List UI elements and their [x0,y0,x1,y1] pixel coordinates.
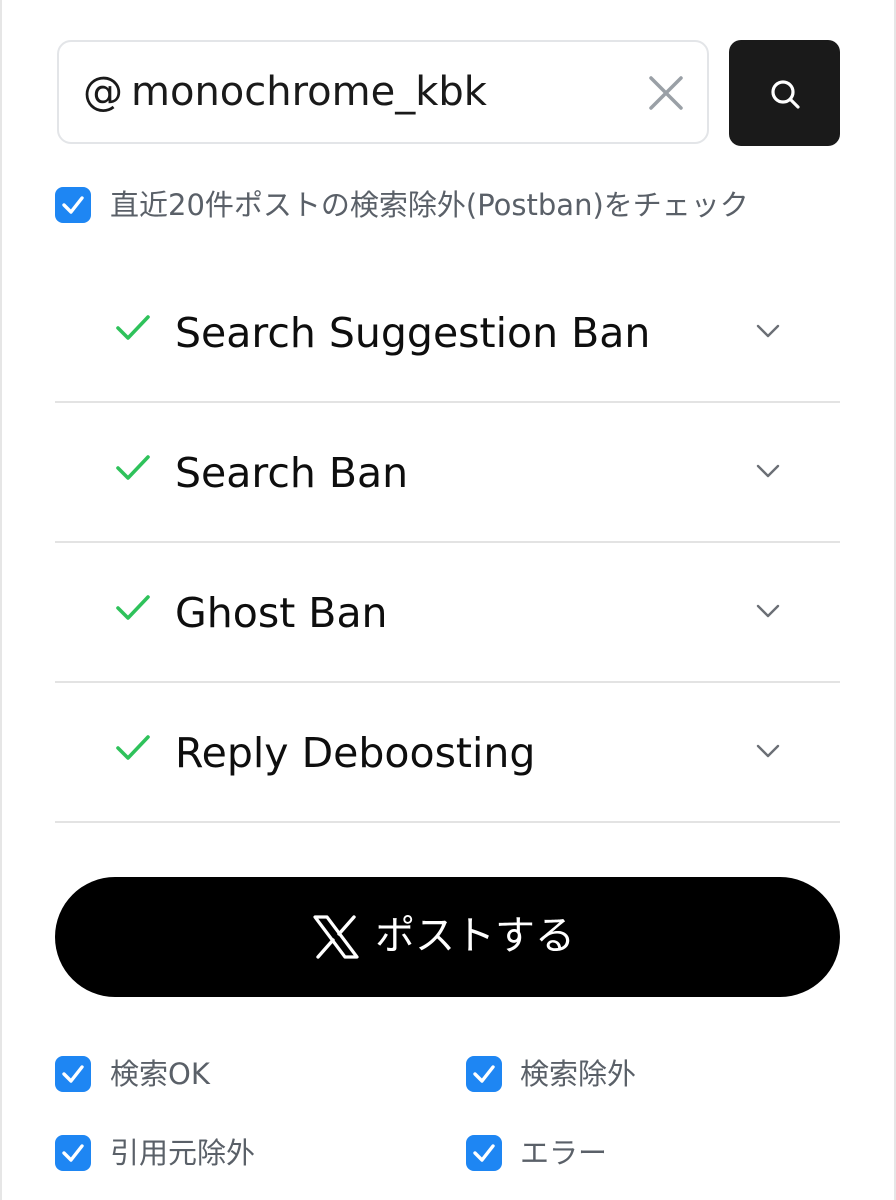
check-icon [116,735,150,760]
at-prefix: @ [83,69,123,115]
close-icon [649,76,683,110]
username-input[interactable]: monochrome_kbk [131,68,487,116]
legend-label-error: エラー [520,1136,608,1170]
result-title: Search Suggestion Ban [175,309,651,357]
check-icon [116,455,150,480]
check-icon [116,315,150,340]
checkmark-icon [473,1144,495,1162]
legend-checkbox-search-ok[interactable] [55,1056,91,1092]
legend-label-quote-source-excluded: 引用元除外 [110,1136,256,1170]
result-row-reply-deboosting[interactable]: Reply Deboosting [55,682,840,822]
chevron-down-icon [756,744,780,758]
legend-checkbox-error[interactable] [466,1135,502,1171]
post-to-x-button[interactable]: ポストする [55,877,840,997]
result-row-search-suggestion-ban[interactable]: Search Suggestion Ban [55,262,840,402]
chevron-down-icon [756,604,780,618]
checkmark-icon [473,1065,495,1083]
result-title: Reply Deboosting [175,729,536,777]
chevron-down-icon [756,324,780,338]
chevron-down-icon [756,464,780,478]
username-search-field[interactable]: @ monochrome_kbk [57,40,709,144]
legend-label-search-excluded: 検索除外 [520,1057,637,1091]
postban-checkbox[interactable] [55,187,91,223]
check-icon [116,595,150,620]
postban-checkbox-label[interactable]: 直近20件ポストの検索除外(Postban)をチェック [110,187,749,223]
legend-label-search-ok: 検索OK [110,1057,210,1091]
checkmark-icon [62,1065,84,1083]
result-title: Search Ban [175,449,409,497]
checkmark-icon [62,1144,84,1162]
result-title: Ghost Ban [175,589,388,637]
clear-button[interactable] [645,72,687,114]
legend-checkbox-quote-source-excluded[interactable] [55,1135,91,1171]
page-edge-left [0,0,2,1200]
result-row-ghost-ban[interactable]: Ghost Ban [55,542,840,682]
result-row-search-ban[interactable]: Search Ban [55,402,840,542]
x-logo-icon [313,915,359,959]
post-button-label: ポストする [375,913,575,959]
checkmark-icon [62,196,84,214]
legend-checkbox-search-excluded[interactable] [466,1056,502,1092]
search-icon [771,80,800,109]
search-button[interactable] [729,40,840,146]
divider [55,821,840,823]
